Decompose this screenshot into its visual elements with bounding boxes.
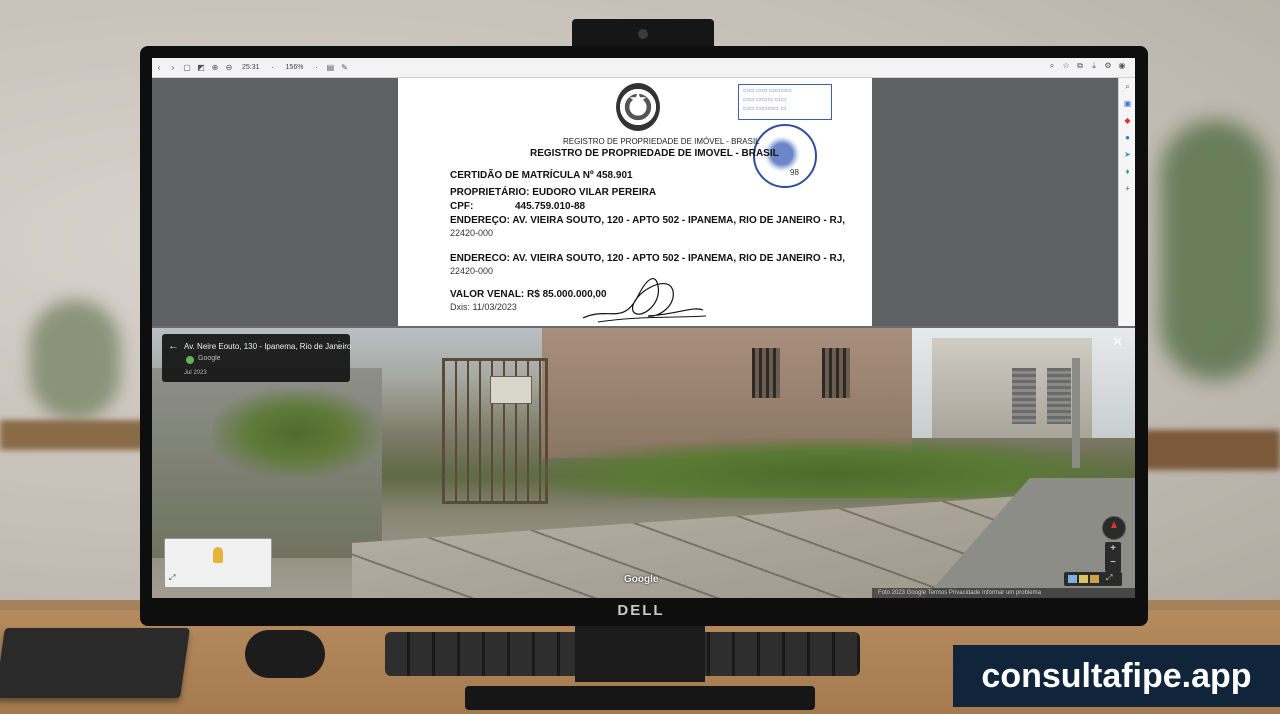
mini-map[interactable]: ⤢: [164, 538, 272, 588]
compass-icon[interactable]: [1102, 516, 1126, 540]
download-icon[interactable]: ⤓: [1087, 61, 1101, 71]
background-shelf: [0, 420, 150, 450]
back-icon[interactable]: ‹: [152, 63, 166, 72]
issuer-heading: REGISTRO DE PROPRIEDADE DE IMOVEL - BRAS…: [530, 148, 779, 159]
utility-pole: [1072, 358, 1080, 468]
watermark-badge: consultafipe.app: [953, 645, 1280, 707]
webcam: [572, 19, 714, 49]
toolbar-right-group: ⌕ ☆ ⧉ ⤓ ⚙ ◉: [1045, 61, 1129, 71]
close-icon[interactable]: ✕: [1112, 334, 1123, 350]
side-rail: ⌕ ▣ ◆ ● ➤ ♦ +: [1118, 78, 1135, 326]
street-view-panel[interactable]: ← Av. Neire Eouto, 130 - Ipanema, Rio de…: [152, 328, 1135, 598]
zoom-out-icon[interactable]: ⊖: [222, 63, 236, 72]
rolling-shutter: [1012, 368, 1036, 424]
owner-name: PROPRIETÁRIO: EUDORO VILAR PEREIRA: [450, 187, 657, 198]
search-icon[interactable]: ⌕: [1119, 78, 1135, 95]
cpf-label: CPF:: [450, 201, 474, 212]
expand-icon[interactable]: ⤢: [169, 573, 175, 583]
webcam-lens: [638, 29, 648, 39]
zoom-percent[interactable]: 156%: [286, 64, 304, 71]
more-options-icon[interactable]: ⋮: [334, 340, 344, 351]
zoom-out-button[interactable]: −: [1105, 556, 1121, 570]
page-indicator[interactable]: 25:31: [242, 64, 260, 71]
imagery-source: Google: [198, 355, 221, 362]
registry-stamp: ▭▭ ▭▭ ▭▭▭▭ ▭▭ ▭▭▭ ▭▭ ▭▭ ▭▭▭▭ ▭: [738, 84, 832, 120]
person-icon[interactable]: ●: [1119, 129, 1135, 146]
address-line: ENDEREÇO: AV. VIEIRA SOUTO, 120 - APTO 5…: [450, 215, 846, 226]
address-cep: 22420-000: [450, 228, 494, 238]
location-card: ← Av. Neire Eouto, 130 - Ipanema, Rio de…: [162, 334, 352, 382]
barred-window: [822, 348, 850, 398]
zoom-in-icon[interactable]: ⊕: [208, 63, 222, 72]
gate-sign: [490, 376, 532, 404]
google-badge-icon: [186, 356, 194, 364]
monitor-brand-logo: DELL: [617, 602, 665, 619]
pegman-icon[interactable]: [213, 547, 223, 563]
background-plant: [1160, 120, 1270, 380]
moss: [212, 388, 382, 478]
pdf-toolbar: ‹ › ▢ ◩ ⊕ ⊖ 25:31 · 156% · ▤ ✎ ⌕ ☆ ⧉ ⤓ ⚙…: [152, 58, 1135, 78]
monitor-stand-foot: [465, 686, 815, 710]
dot-separator-icon: ·: [315, 63, 318, 72]
signature: [582, 278, 707, 323]
garage-building: [932, 338, 1092, 438]
compass-needle: [1111, 521, 1117, 528]
settings-icon[interactable]: ⚙: [1101, 61, 1115, 71]
tools-icon[interactable]: ◆: [1119, 112, 1135, 129]
thumbnail[interactable]: [1068, 575, 1077, 583]
back-arrow-icon[interactable]: ←: [168, 340, 179, 352]
monitor-screen: ‹ › ▢ ◩ ⊕ ⊖ 25:31 · 156% · ▤ ✎ ⌕ ☆ ⧉ ⤓ ⚙…: [152, 58, 1135, 598]
shield-icon[interactable]: ♦: [1119, 163, 1135, 180]
certificate-number: CERTIDÃO DE MATRÍCULA Nº 458.901: [450, 170, 633, 181]
notebook: [0, 628, 190, 698]
zoom-control: + −: [1105, 542, 1121, 572]
profile-icon[interactable]: ◉: [1115, 61, 1129, 71]
background-shelf: [1140, 430, 1280, 470]
barred-window: [752, 348, 780, 398]
monitor-stand: [575, 622, 705, 682]
document-page: ★ ▭▭ ▭▭ ▭▭▭▭ ▭▭ ▭▭▭ ▭▭ ▭▭ ▭▭▭▭ ▭ 98 REGIST…: [398, 78, 872, 326]
extensions-icon[interactable]: ⧉: [1073, 61, 1087, 71]
capture-date: Jul 2023: [184, 370, 207, 376]
add-icon[interactable]: +: [1119, 180, 1135, 197]
seal-number: 98: [790, 168, 799, 177]
dot-separator-icon: ·: [271, 63, 274, 72]
thumbnail[interactable]: [1079, 575, 1088, 583]
comment-icon[interactable]: ▢: [180, 63, 194, 72]
fit-page-icon[interactable]: ▤: [323, 63, 337, 72]
zoom-in-button[interactable]: +: [1105, 542, 1121, 556]
address-cep: 22420-000: [450, 266, 494, 276]
send-icon[interactable]: ➤: [1119, 146, 1135, 163]
emblem-star-icon: ★: [628, 87, 648, 112]
expand-icon[interactable]: ⤢: [1106, 573, 1112, 583]
imagery-thumbnails[interactable]: ⤢: [1064, 572, 1122, 586]
search-icon[interactable]: ⌕: [1045, 61, 1059, 71]
attribution-bar: Foto 2023 Google Termos Privacidade Info…: [872, 588, 1135, 598]
draw-icon[interactable]: ✎: [337, 63, 351, 72]
google-watermark: Google: [624, 574, 659, 585]
highlight-icon[interactable]: ◩: [194, 63, 208, 72]
star-icon[interactable]: ☆: [1059, 61, 1073, 71]
forward-icon[interactable]: ›: [166, 63, 180, 72]
address-line: ENDERECO: AV. VIEIRA SOUTO, 120 - APTO 5…: [450, 253, 846, 264]
issuer-small: REGISTRO DE PROPRIEDADE DE IMÓVEL - BRAS…: [563, 137, 760, 146]
document-date: Dxis: 11/03/2023: [450, 302, 517, 312]
location-title: Av. Neire Eouto, 130 - Ipanema, Rio de J…: [184, 342, 352, 351]
bookmark-icon[interactable]: ▣: [1119, 95, 1135, 112]
computer-mouse: [245, 630, 325, 678]
thumbnail[interactable]: [1090, 575, 1099, 583]
rolling-shutter: [1047, 368, 1071, 424]
background-plant: [30, 300, 120, 420]
cpf-value: 445.759.010-88: [515, 201, 586, 212]
pdf-viewer: ★ ▭▭ ▭▭ ▭▭▭▭ ▭▭ ▭▭▭ ▭▭ ▭▭ ▭▭▭▭ ▭ 98 REGIST…: [152, 78, 1118, 326]
